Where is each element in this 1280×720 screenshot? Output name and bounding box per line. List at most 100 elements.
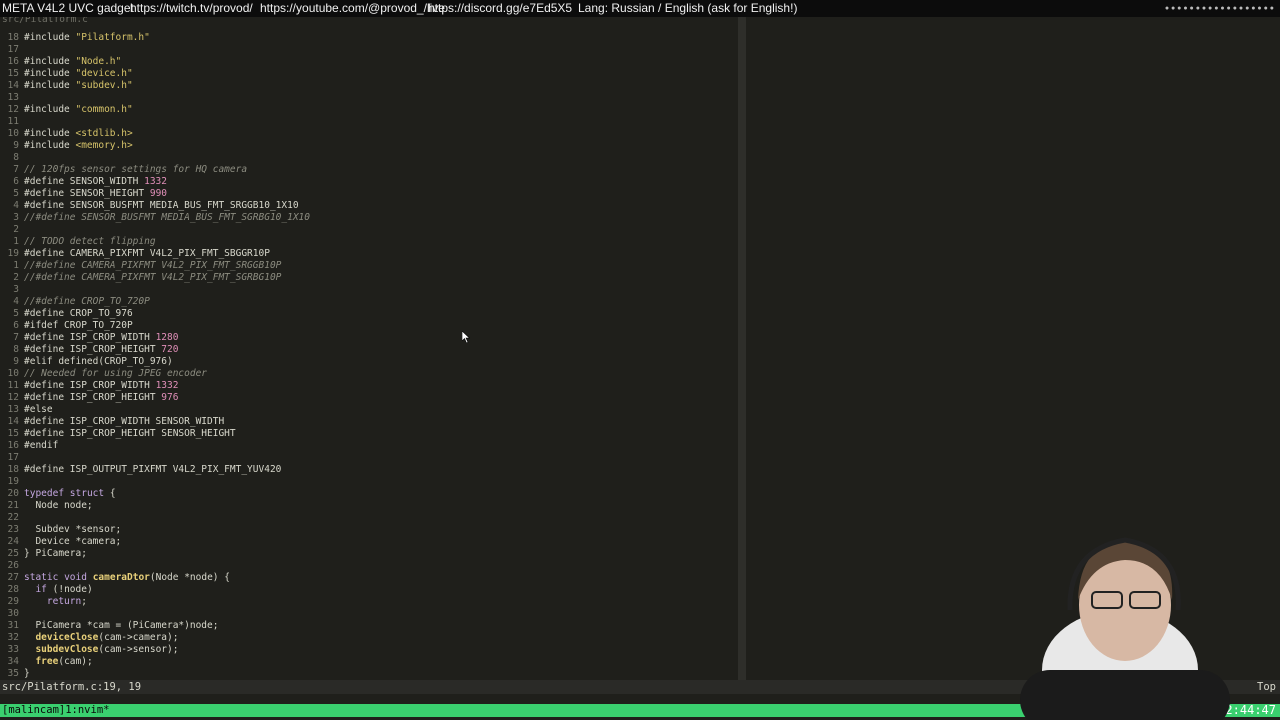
mouse-pointer-icon <box>462 331 470 343</box>
line-text: #define ISP_CROP_WIDTH SENSOR_WIDTH <box>24 416 225 427</box>
line-text: #define CAMERA_PIXFMT V4L2_PIX_FMT_SBGGR… <box>24 248 270 259</box>
line-number: 2 <box>13 224 19 235</box>
line-number: 5 <box>13 308 19 319</box>
line-text: #include "subdev.h" <box>24 80 133 91</box>
line-text: #define CROP_TO_976 <box>24 308 133 319</box>
line-number: 15 <box>7 68 19 79</box>
line-text: #define ISP_CROP_WIDTH 1280 <box>24 332 179 343</box>
line-text: #define SENSOR_BUSFMT MEDIA_BUS_FMT_SRGG… <box>24 200 299 211</box>
line-text: PiCamera *cam = (PiCamera*)node; <box>24 620 219 631</box>
line-number: 11 <box>7 116 19 127</box>
line-number: 32 <box>7 632 19 643</box>
line-text: // TODO detect flipping <box>24 236 156 247</box>
line-number: 19 <box>7 248 19 259</box>
line-text: #define ISP_CROP_HEIGHT SENSOR_HEIGHT <box>24 428 236 439</box>
line-text: //#define CAMERA_PIXFMT V4L2_PIX_FMT_SRG… <box>24 260 282 271</box>
language-note: Lang: Russian / English (ask for English… <box>578 1 798 15</box>
stream-title: META V4L2 UVC gadget <box>2 1 134 15</box>
line-text: subdevClose(cam->sensor); <box>35 644 179 655</box>
line-number: 27 <box>7 572 19 583</box>
line-text: // 120fps sensor settings for HQ camera <box>24 164 248 175</box>
line-text: #define ISP_OUTPUT_PIXFMT V4L2_PIX_FMT_Y… <box>24 464 282 475</box>
twitch-link[interactable]: https://twitch.tv/provod/ <box>130 0 253 17</box>
line-text: Device *camera; <box>24 536 122 547</box>
line-text: return; <box>46 596 87 607</box>
youtube-link[interactable]: https://youtube.com/@provod_/live <box>260 0 445 17</box>
line-number: 10 <box>7 128 19 139</box>
line-text: #define ISP_CROP_HEIGHT 976 <box>24 392 179 403</box>
discord-link[interactable]: https://discord.gg/e7Ed5X5 <box>428 0 572 17</box>
line-number: 20 <box>7 488 19 499</box>
line-number: 8 <box>13 152 19 163</box>
line-number: 1 <box>13 236 19 247</box>
system-tray: ● ● ● ● ● ● ● ● ● ● ● ● ● ● ● ● ● ● <box>1164 5 1274 12</box>
line-number: 19 <box>7 476 19 487</box>
line-number: 4 <box>13 200 19 211</box>
line-number: 23 <box>7 524 19 535</box>
line-number: 26 <box>7 560 19 571</box>
line-text: typedef struct { <box>24 488 116 499</box>
line-text: //#define CROP_TO_720P <box>24 296 150 307</box>
status-file-position: src/Pilatform.c:19, 19 <box>2 681 142 693</box>
line-number: 21 <box>7 500 19 511</box>
line-text: //#define SENSOR_BUSFMT MEDIA_BUS_FMT_SG… <box>24 212 310 223</box>
line-text: #define SENSOR_HEIGHT 990 <box>24 188 168 199</box>
line-number: 24 <box>7 536 19 547</box>
line-number: 4 <box>13 296 19 307</box>
line-text: #include <stdlib.h> <box>24 128 133 139</box>
line-number: 9 <box>13 140 19 151</box>
line-number: 22 <box>7 512 19 523</box>
line-number: 34 <box>7 656 19 667</box>
line-number: 15 <box>7 428 19 439</box>
line-number: 6 <box>13 176 19 187</box>
line-number: 14 <box>7 416 19 427</box>
line-text: static void cameraDtor(Node *node) { <box>24 572 230 583</box>
line-number: 6 <box>13 320 19 331</box>
line-number: 12 <box>7 104 19 115</box>
line-text: #elif defined(CROP_TO_976) <box>24 356 173 367</box>
line-text: #include "Pilatform.h" <box>24 32 150 43</box>
line-text: #include "common.h" <box>24 104 133 115</box>
stream-overlay-bar: META V4L2 UVC gadget https://twitch.tv/p… <box>0 0 1280 17</box>
line-number: 28 <box>7 584 19 595</box>
line-number: 33 <box>7 644 19 655</box>
line-text: #include "device.h" <box>24 68 133 79</box>
line-text: free(cam); <box>35 656 93 667</box>
line-number: 5 <box>13 188 19 199</box>
line-number: 13 <box>7 404 19 415</box>
line-number: 16 <box>7 56 19 67</box>
line-number: 35 <box>7 668 19 679</box>
line-text: src/Pilatform.c <box>2 17 88 25</box>
line-number: 17 <box>7 44 19 55</box>
split-divider[interactable] <box>738 17 746 680</box>
line-number: 7 <box>13 332 19 343</box>
line-number: 30 <box>7 608 19 619</box>
line-text: Node node; <box>24 500 93 511</box>
line-number: 12 <box>7 392 19 403</box>
line-number: 7 <box>13 164 19 175</box>
line-number: 13 <box>7 92 19 103</box>
line-number: 8 <box>13 344 19 355</box>
line-number: 3 <box>13 212 19 223</box>
line-text: Subdev *sensor; <box>24 524 122 535</box>
line-text: #define SENSOR_WIDTH 1332 <box>24 176 167 187</box>
line-text: } PiCamera; <box>24 548 87 559</box>
line-text: #ifdef CROP_TO_720P <box>24 320 133 331</box>
code-pane-left[interactable]: src/Pilatform.c 18 #include "Pilatform.h" 1… <box>0 17 738 680</box>
line-text: #define ISP_CROP_WIDTH 1332 <box>24 380 179 391</box>
line-number: 17 <box>7 452 19 463</box>
line-number: 9 <box>13 356 19 367</box>
line-number: 3 <box>13 284 19 295</box>
line-text: } <box>24 668 30 679</box>
line-number: 1 <box>13 260 19 271</box>
tmux-window-tab[interactable]: [malincam]1:nvim* <box>2 704 109 717</box>
webcam-overlay <box>1020 537 1230 720</box>
line-number: 18 <box>7 32 19 43</box>
line-number: 16 <box>7 440 19 451</box>
line-text: // Needed for using JPEG encoder <box>24 368 208 379</box>
line-number: 31 <box>7 620 19 631</box>
line-text: if (!node) <box>35 584 93 595</box>
line-number: 18 <box>7 464 19 475</box>
line-text: #include "Node.h" <box>24 56 122 67</box>
line-text: deviceClose(cam->camera); <box>35 632 179 643</box>
